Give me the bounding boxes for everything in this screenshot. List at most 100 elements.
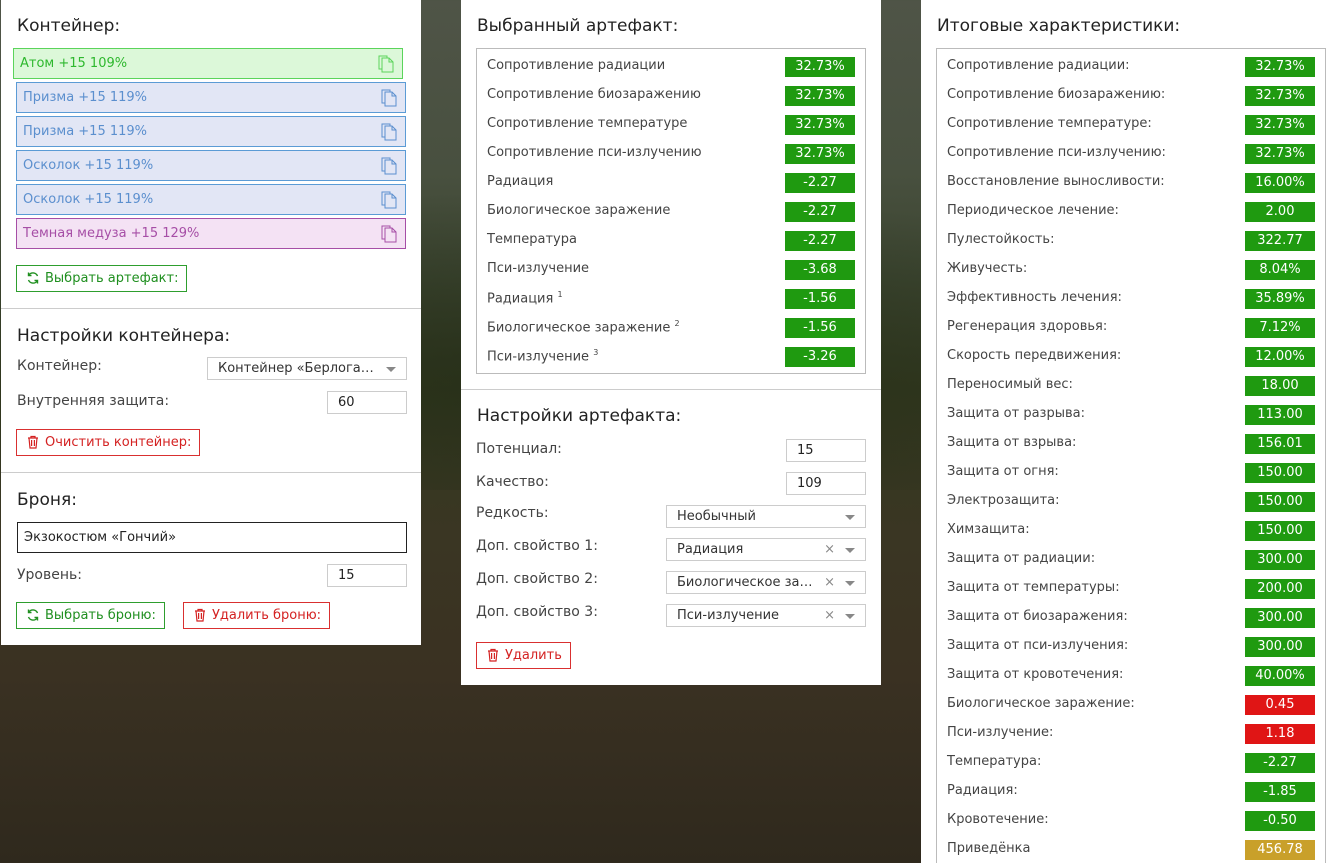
- select-artifact-button[interactable]: Выбрать артефакт:: [16, 265, 188, 292]
- stat-name-text: Сопротивление радиации:: [947, 58, 1130, 73]
- stat-value: -3.26: [785, 347, 855, 367]
- stat-name: Биологическое заражение:: [947, 696, 1135, 711]
- stat-footnote: 3: [593, 348, 599, 357]
- extra-property-3-select[interactable]: Пси-излучение ×: [666, 604, 866, 627]
- artifact-slot[interactable]: Призма +15 119%: [16, 116, 406, 147]
- stat-name: Сопротивление радиации:: [947, 58, 1130, 73]
- stat-value: 32.73%: [785, 144, 855, 164]
- copy-icon[interactable]: [381, 225, 397, 243]
- stat-name: Защита от огня:: [947, 464, 1059, 479]
- stat-value: 32.73%: [785, 86, 855, 106]
- stat-row: Радиация: -1.85: [947, 782, 1317, 804]
- stat-row: Сопротивление температуре 32.73%: [487, 115, 857, 137]
- stat-name: Биологическое заражение: [487, 203, 670, 218]
- stat-row: Защита от разрыва: 113.00: [947, 405, 1317, 427]
- quality-input[interactable]: 109: [786, 472, 866, 495]
- stat-name-text: Радиация:: [947, 783, 1018, 798]
- stat-value: 150.00: [1245, 492, 1315, 512]
- stat-row: Сопротивление биозаражению 32.73%: [487, 86, 857, 108]
- stat-value: 113.00: [1245, 405, 1315, 425]
- stat-name-text: Защита от кровотечения:: [947, 667, 1124, 682]
- chevron-down-icon: [845, 515, 855, 520]
- armor-title: Броня:: [17, 490, 77, 510]
- totals-title: Итоговые характеристики:: [937, 16, 1181, 36]
- stat-row: Сопротивление радиации 32.73%: [487, 57, 857, 79]
- stat-name-text: Защита от биозаражения:: [947, 609, 1128, 624]
- stat-name-text: Живучесть:: [947, 261, 1028, 276]
- select-armor-button[interactable]: Выбрать броню:: [16, 602, 165, 629]
- stat-row: Живучесть: 8.04%: [947, 260, 1317, 282]
- stat-value: 2.00: [1245, 202, 1315, 222]
- container-type-select[interactable]: Контейнер «Берлога…: [207, 357, 407, 380]
- stat-name-text: Сопротивление пси-излучению:: [947, 145, 1166, 160]
- selected-artifact-title: Выбранный артефакт:: [477, 16, 679, 36]
- stat-name: Защита от температуры:: [947, 580, 1120, 595]
- copy-icon[interactable]: [378, 55, 394, 73]
- copy-icon[interactable]: [381, 157, 397, 175]
- container-settings-title: Настройки контейнера:: [17, 326, 231, 346]
- quality-label: Качество:: [476, 474, 549, 490]
- stat-row: Сопротивление температуре: 32.73%: [947, 115, 1317, 137]
- clear-icon[interactable]: ×: [824, 605, 835, 626]
- artifact-slot[interactable]: Атом +15 109%: [13, 48, 403, 79]
- stat-value: 0.45: [1245, 695, 1315, 715]
- inner-protection-input[interactable]: 60: [327, 391, 407, 414]
- stat-value: 156.01: [1245, 434, 1315, 454]
- stat-row: Скорость передвижения: 12.00%: [947, 347, 1317, 369]
- artifact-slot[interactable]: Темная медуза +15 129%: [16, 218, 406, 249]
- stat-name: Температура: [487, 232, 577, 247]
- stat-row: Защита от кровотечения: 40.00%: [947, 666, 1317, 688]
- stat-value: 300.00: [1245, 637, 1315, 657]
- stat-name: Эффективность лечения:: [947, 290, 1122, 305]
- stat-name-text: Приведёнка: [947, 841, 1031, 856]
- extra-property-2-value: Биологическое за…: [677, 575, 813, 590]
- delete-armor-label: Удалить броню:: [212, 608, 322, 623]
- stat-footnote: 2: [674, 319, 680, 328]
- armor-level-input[interactable]: 15: [327, 564, 407, 587]
- stat-row: Регенерация здоровья: 7.12%: [947, 318, 1317, 340]
- stat-name-text: Радиация: [487, 291, 554, 307]
- stat-name-text: Электрозащита:: [947, 493, 1060, 508]
- delete-armor-button[interactable]: Удалить броню:: [183, 602, 331, 629]
- extra-property-2-select[interactable]: Биологическое за… ×: [666, 571, 866, 594]
- stat-value: 1.18: [1245, 724, 1315, 744]
- delete-artifact-button[interactable]: Удалить: [476, 642, 571, 669]
- clear-icon[interactable]: ×: [824, 539, 835, 560]
- copy-icon[interactable]: [381, 191, 397, 209]
- extra-property-1-select[interactable]: Радиация ×: [666, 538, 866, 561]
- stat-name: Сопротивление биозаражению: [487, 87, 701, 102]
- stat-row: Пси-излучение -3.68: [487, 260, 857, 282]
- stat-name: Защита от разрыва:: [947, 406, 1085, 421]
- stat-row: Сопротивление пси-излучению: 32.73%: [947, 144, 1317, 166]
- refresh-icon: [27, 609, 39, 621]
- stat-row: Защита от взрыва: 156.01: [947, 434, 1317, 456]
- stat-name-text: Температура:: [947, 754, 1042, 769]
- stat-row: Периодическое лечение: 2.00: [947, 202, 1317, 224]
- stat-value: 18.00: [1245, 376, 1315, 396]
- copy-icon[interactable]: [381, 123, 397, 141]
- container-title: Контейнер:: [17, 16, 121, 36]
- stat-value: 7.12%: [1245, 318, 1315, 338]
- clear-container-button[interactable]: Очистить контейнер:: [16, 429, 201, 456]
- artifact-slot[interactable]: Осколок +15 119%: [16, 184, 406, 215]
- stat-footnote: 1: [557, 290, 563, 299]
- selected-artifact-section: Выбранный артефакт: Сопротивление радиац…: [461, 0, 881, 389]
- stat-value: 40.00%: [1245, 666, 1315, 686]
- rarity-select[interactable]: Необычный: [666, 505, 866, 528]
- stat-row: Температура: -2.27: [947, 753, 1317, 775]
- right-panel: Итоговые характеристики: Сопротивление р…: [921, 0, 1341, 863]
- copy-icon[interactable]: [381, 89, 397, 107]
- armor-name-field[interactable]: Экзокостюм «Гончий»: [17, 522, 407, 553]
- stat-value: 456.78: [1245, 840, 1315, 860]
- potential-input[interactable]: 15: [786, 439, 866, 462]
- clear-icon[interactable]: ×: [824, 572, 835, 593]
- stat-name-text: Пси-излучение: [487, 349, 590, 365]
- artifact-slot[interactable]: Осколок +15 119%: [16, 150, 406, 181]
- stat-name: Сопротивление радиации: [487, 58, 665, 73]
- stat-name: Живучесть:: [947, 261, 1027, 276]
- stat-value: -2.27: [785, 202, 855, 222]
- stat-name: Восстановление выносливости:: [947, 174, 1165, 189]
- stat-name-text: Сопротивление температуре:: [947, 116, 1152, 131]
- artifact-slot[interactable]: Призма +15 119%: [16, 82, 406, 113]
- armor-level-label: Уровень:: [17, 567, 82, 583]
